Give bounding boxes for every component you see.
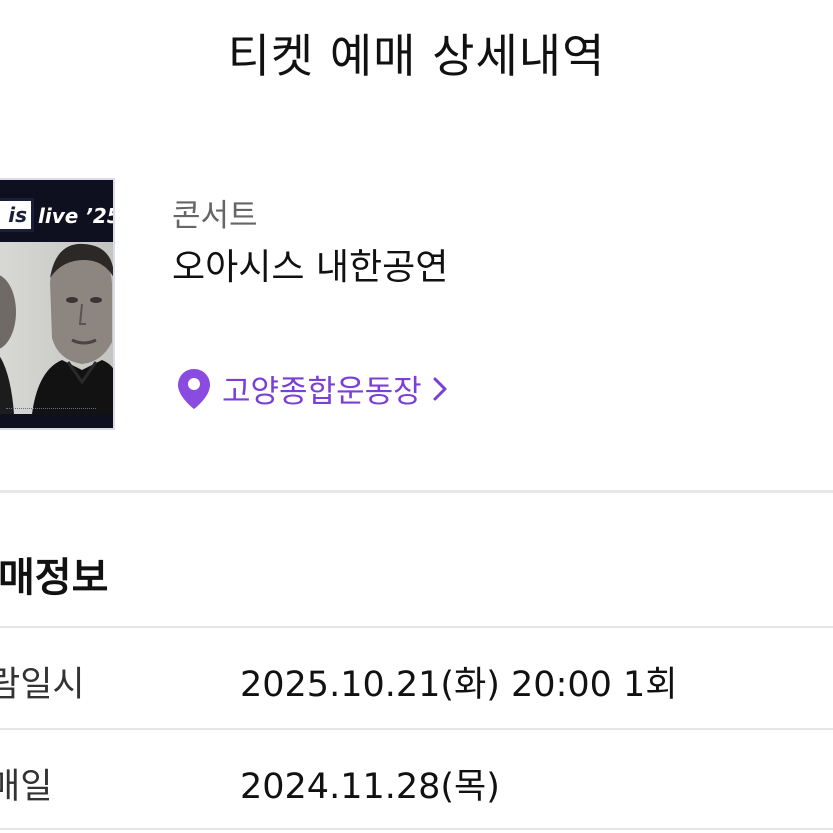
row-divider xyxy=(0,626,833,628)
row-divider xyxy=(0,828,833,830)
event-title: 오아시스 내한공연 xyxy=(172,247,449,288)
row-divider xyxy=(0,728,833,730)
venue-name: 고양종합운동장 xyxy=(222,374,422,410)
chevron-right-icon xyxy=(433,377,447,400)
event-category: 콘서트 xyxy=(172,198,258,234)
event-poster[interactable]: is live ’25 xyxy=(0,178,115,430)
booking-info-title: 매정보 xyxy=(0,555,109,601)
booking-date-label: 매일 xyxy=(0,767,53,807)
poster-fine-print xyxy=(6,408,96,412)
location-pin-icon xyxy=(178,368,210,409)
poster-photo xyxy=(0,242,113,414)
poster-tagline: live ’25 xyxy=(38,204,115,228)
section-divider xyxy=(0,490,833,493)
poster-logo: is xyxy=(0,198,34,232)
performance-datetime-label: 람일시 xyxy=(0,665,85,705)
ticket-detail-page: 티켓 예매 상세내역 is live ’25 콘서트 오아시스 내한공연 고양종… xyxy=(0,0,833,833)
performance-datetime-value: 2025.10.21(화) 20:00 1회 xyxy=(240,665,678,705)
page-title: 티켓 예매 상세내역 xyxy=(227,29,606,83)
venue-link[interactable]: 고양종합운동장 xyxy=(176,366,448,411)
booking-date-value: 2024.11.28(목) xyxy=(240,767,500,807)
